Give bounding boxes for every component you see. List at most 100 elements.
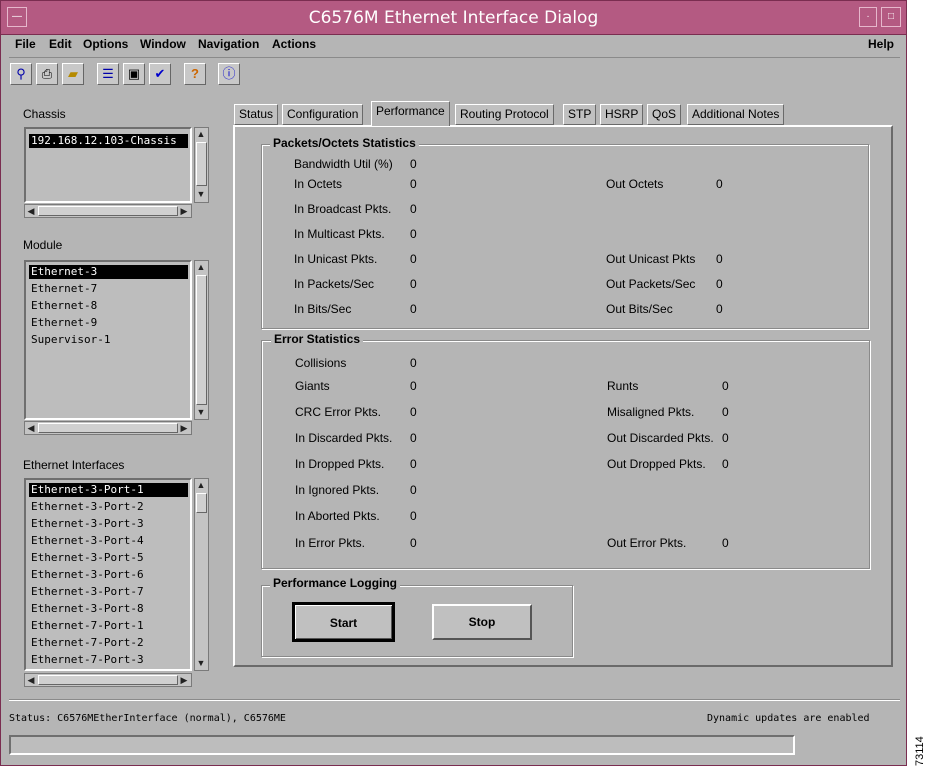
module-vertical-scrollbar[interactable]: ▲ ▼ [194,260,209,420]
scroll-thumb[interactable] [196,493,207,513]
in-discarded-value: 0 [410,431,417,445]
interfaces-list[interactable]: Ethernet-3-Port-1 Ethernet-3-Port-2 Ethe… [24,478,192,671]
chassis-list[interactable]: 192.168.12.103-Chassis [24,127,192,203]
runts-label: Runts [607,379,639,393]
list-item[interactable]: Ethernet-3 [29,265,188,279]
scroll-thumb[interactable] [196,275,207,405]
module-list[interactable]: Ethernet-3 Ethernet-7 Ethernet-8 Etherne… [24,260,192,420]
menu-actions[interactable]: Actions [272,37,316,51]
menu-navigation[interactable]: Navigation [198,37,259,51]
in-aborted-label: In Aborted Pkts. [295,509,380,523]
giants-value: 0 [410,379,417,393]
tab-qos[interactable]: QoS [647,104,682,125]
title-bar[interactable]: — C6576M Ethernet Interface Dialog · □ [1,1,906,35]
list-item[interactable]: Ethernet-7-Port-1 [29,619,146,633]
dynamic-updates-text: Dynamic updates are enabled [707,713,870,724]
list-item[interactable]: Supervisor-1 [29,333,112,347]
scroll-down-icon[interactable]: ▼ [195,657,207,669]
help-icon[interactable]: ? [184,63,206,85]
scroll-up-icon[interactable]: ▲ [195,128,207,140]
menu-help[interactable]: Help [868,37,894,51]
list-item[interactable]: Ethernet-7 [29,282,99,296]
scroll-thumb[interactable] [38,206,178,216]
in-packets-sec-label: In Packets/Sec [294,277,375,291]
menu-window[interactable]: Window [140,37,186,51]
out-dropped-value: 0 [722,457,729,471]
figure-id-text: 73114 [914,736,926,766]
out-octets-value: 0 [716,177,723,191]
menu-options[interactable]: Options [83,37,128,51]
tab-configuration[interactable]: Configuration [282,104,364,125]
scroll-up-icon[interactable]: ▲ [195,261,207,273]
misaligned-value: 0 [722,405,729,419]
scroll-right-icon[interactable]: ▶ [178,205,190,217]
list-item[interactable]: Ethernet-8 [29,299,99,313]
list-item[interactable]: Ethernet-3-Port-7 [29,585,146,599]
menu-file[interactable]: File [15,37,36,51]
out-octets-label: Out Octets [606,177,664,191]
maximize-icon[interactable]: □ [881,7,901,27]
chassis-vertical-scrollbar[interactable]: ▲ ▼ [194,127,209,203]
scroll-thumb[interactable] [38,675,178,685]
start-button[interactable]: Start [292,602,395,642]
chassis-horizontal-scrollbar[interactable]: ◀ ▶ [24,204,192,218]
stop-button[interactable]: Stop [432,604,532,640]
scroll-right-icon[interactable]: ▶ [178,422,190,434]
scroll-thumb[interactable] [196,142,207,186]
scroll-up-icon[interactable]: ▲ [195,479,207,491]
list-item[interactable]: Ethernet-3-Port-6 [29,568,146,582]
scroll-right-icon[interactable]: ▶ [178,674,190,686]
module-label: Module [23,238,63,252]
in-multicast-value: 0 [410,227,417,241]
monitor-icon[interactable]: ▣ [123,63,145,85]
list-item[interactable]: Ethernet-9 [29,316,99,330]
list-item[interactable]: 192.168.12.103-Chassis [29,134,188,148]
performance-logging-title: Performance Logging [270,576,401,590]
printer-icon[interactable]: ⎙ [36,63,58,85]
list-item[interactable]: Ethernet-3-Port-2 [29,500,146,514]
in-error-label: In Error Pkts. [295,536,366,550]
open-folder-icon[interactable]: ▰ [62,63,84,85]
tab-routing-protocol[interactable]: Routing Protocol [455,104,554,125]
list-item[interactable]: Ethernet-7-Port-2 [29,636,146,650]
scroll-down-icon[interactable]: ▼ [195,188,207,200]
out-packets-sec-label: Out Packets/Sec [606,277,696,291]
minimize-icon[interactable]: · [859,7,877,27]
interfaces-horizontal-scrollbar[interactable]: ◀ ▶ [24,673,192,687]
in-error-value: 0 [410,536,417,550]
tab-stp[interactable]: STP [563,104,597,125]
scroll-left-icon[interactable]: ◀ [25,422,37,434]
list-item[interactable]: Ethernet-3-Port-5 [29,551,146,565]
tab-additional-notes[interactable]: Additional Notes [687,104,785,125]
in-bits-sec-value: 0 [410,302,417,316]
scroll-left-icon[interactable]: ◀ [25,205,37,217]
in-broadcast-value: 0 [410,202,417,216]
scroll-left-icon[interactable]: ◀ [25,674,37,686]
info-icon[interactable]: ⓘ [218,63,240,85]
module-horizontal-scrollbar[interactable]: ◀ ▶ [24,421,192,435]
packets-octets-title: Packets/Octets Statistics [270,136,419,150]
interfaces-vertical-scrollbar[interactable]: ▲ ▼ [194,478,209,671]
in-discarded-label: In Discarded Pkts. [295,431,393,445]
menu-edit[interactable]: Edit [49,37,72,51]
list-item[interactable]: Ethernet-3-Port-4 [29,534,146,548]
list-item[interactable]: Ethernet-7-Port-3 [29,653,146,667]
out-bits-sec-label: Out Bits/Sec [606,302,673,316]
tab-hsrp[interactable]: HSRP [600,104,644,125]
in-multicast-label: In Multicast Pkts. [294,227,385,241]
out-unicast-value: 0 [716,252,723,266]
scroll-down-icon[interactable]: ▼ [195,406,207,418]
tab-performance[interactable]: Performance [371,101,450,126]
in-dropped-label: In Dropped Pkts. [295,457,385,471]
list-icon[interactable]: ☰ [97,63,119,85]
out-discarded-label: Out Discarded Pkts. [607,431,714,445]
scroll-thumb[interactable] [38,423,178,433]
network-icon[interactable]: ⚲ [10,63,32,85]
list-item[interactable]: Ethernet-3-Port-1 [29,483,188,497]
in-broadcast-label: In Broadcast Pkts. [294,202,392,216]
checkmark-icon[interactable]: ✔ [149,63,171,85]
tab-status[interactable]: Status [234,104,279,125]
in-octets-label: In Octets [294,177,343,191]
list-item[interactable]: Ethernet-3-Port-8 [29,602,146,616]
list-item[interactable]: Ethernet-3-Port-3 [29,517,146,531]
